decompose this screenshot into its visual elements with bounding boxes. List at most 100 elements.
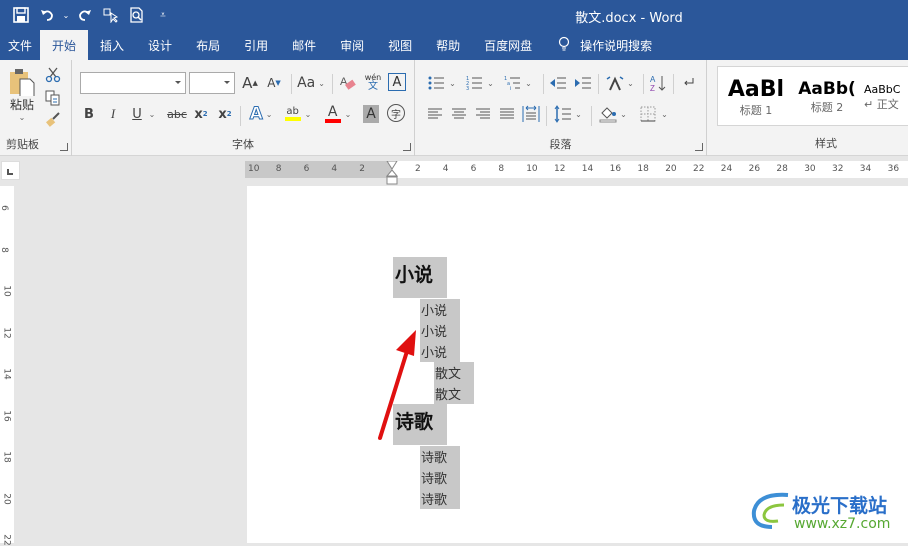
font-color-button[interactable]: A ⌄ [322,102,354,126]
separator [591,106,592,126]
decrease-indent-button[interactable] [548,72,568,94]
watermark-url: www.xz7.com [794,516,891,532]
shrink-font-icon: A [267,76,276,90]
strikethrough-button[interactable]: abc [166,104,188,124]
multilevel-list-button[interactable]: 1 a i ⌄ [501,72,535,94]
style-normal[interactable]: AaBbC ↵ 正文 [864,71,908,123]
superscript-button[interactable]: x2 [216,104,234,124]
chinese-layout-button[interactable]: ⌄ [603,72,637,94]
styles-gallery: AaBl 标题 1 AaBb(标题 2 AaBbC ↵ 正文 [717,66,908,126]
paste-dropdown-icon[interactable]: ⌄ [19,113,26,122]
sort-button[interactable]: AZ [648,72,668,94]
tab-references[interactable]: 引用 [232,30,280,60]
chevron-down-icon [224,81,230,84]
italic-button[interactable]: I [104,104,122,124]
text-effects-button[interactable]: A ⌄ [246,104,276,125]
tab-view[interactable]: 视图 [376,30,424,60]
tab-mailings[interactable]: 邮件 [280,30,328,60]
tab-design[interactable]: 设计 [136,30,184,60]
tab-selector[interactable] [1,161,20,180]
body-line[interactable]: 小说 [420,341,460,362]
enclose-characters-button[interactable]: 字 [387,104,405,122]
paragraph-dialog-launcher[interactable] [695,143,703,151]
align-center-button[interactable] [449,104,469,124]
document-page[interactable]: 小说 小说 小说 小说 散文 散文 诗歌 诗歌 诗歌 诗歌 [247,186,908,543]
underline-dropdown-icon[interactable]: ⌄ [148,107,156,121]
tab-file[interactable]: 文件 [0,30,40,60]
bold-button[interactable]: B [80,104,98,124]
subscript-button[interactable]: x2 [192,104,210,124]
font-group: A ▲ A ▼ Aa ⌄ A wén 文 A B I U ⌄ abc x2 x2 A ⌄ … [72,60,415,156]
paragraph-shading-button[interactable]: ⌄ [596,103,630,125]
style-heading-1[interactable]: AaBl 标题 1 [722,71,790,123]
heading-line[interactable]: 小说 [393,257,447,298]
tab-review[interactable]: 审阅 [328,30,376,60]
ribbon: 粘贴 ⌄ 剪贴板 A ▲ A ▼ Aa ⌄ A wén 文 A B I U ⌄ abc … [0,60,908,156]
body-line[interactable]: 散文 [434,362,474,383]
underline-button[interactable]: U [128,104,146,124]
chevron-down-icon: ⌄ [344,109,352,119]
character-shading-button[interactable]: A [363,105,379,123]
borders-button[interactable]: ⌄ [637,103,671,125]
tab-layout[interactable]: 布局 [184,30,232,60]
tab-home[interactable]: 开始 [40,30,89,60]
ruler-number: 32 [832,164,844,174]
highlight-button[interactable]: ab ⌄ [282,102,314,126]
ruler-number: 16 [1,409,12,422]
align-right-button[interactable] [473,104,493,124]
ruler-number: 18 [1,451,12,463]
phonetic-guide-button[interactable]: wén 文 [362,70,384,96]
ruler-number: 36 [887,164,900,174]
body-line[interactable]: 散文 [434,383,474,404]
change-case-button[interactable]: Aa ⌄ [294,72,328,94]
body-line[interactable]: 小说 [420,299,460,320]
tab-insert[interactable]: 插入 [88,30,136,60]
grow-font-button[interactable]: A ▲ [240,72,260,94]
font-size-combo[interactable] [189,72,235,94]
vertical-ruler[interactable]: 6 8 10 12 14 16 18 20 22 [0,186,14,546]
borders-icon [640,106,656,122]
paragraph-group: ⌄ 1 2 3 ⌄ 1 a i ⌄ ⌄ AZ ⌄ ⌄ ⌄ 段落 [415,60,707,156]
font-dialog-launcher[interactable] [403,143,411,151]
bullets-button[interactable]: ⌄ [425,72,459,94]
body-line[interactable]: 诗歌 [420,488,460,509]
cut-button[interactable] [44,66,62,84]
indent-markers[interactable] [385,160,399,185]
body-line[interactable]: 诗歌 [420,467,460,488]
heading-line[interactable]: 诗歌 [393,404,447,445]
horizontal-ruler[interactable]: 10 8 6 4 2 2 4 6 8 10 12 14 16 18 20 22 24 26 28 30 32 34 36 [245,160,908,185]
tell-me-search[interactable]: 操作说明搜索 [544,30,664,60]
chevron-down-icon: ⌄ [661,109,668,119]
style-preview: AaBbC [864,82,901,96]
chevron-down-icon: ⌄ [620,109,627,119]
tab-baidu-netdisk[interactable]: 百度网盘 [472,30,544,60]
ruler-number: 12 [554,164,566,174]
ruler-number: 8 [498,164,505,174]
style-heading-2[interactable]: AaBb(标题 2 [794,71,860,123]
body-line[interactable]: 小说 [420,320,460,341]
body-line[interactable]: 诗歌 [420,446,460,467]
separator [673,74,674,94]
copy-button[interactable] [44,89,62,107]
clipboard-dialog-launcher[interactable] [60,143,68,151]
format-painter-button[interactable] [44,110,62,128]
paste-label: 粘贴 [9,98,34,112]
tab-help[interactable]: 帮助 [424,30,472,60]
distributed-button[interactable] [521,103,541,125]
show-formatting-button[interactable] [679,72,699,94]
separator [291,74,292,94]
justify-button[interactable] [497,104,517,124]
align-right-icon [476,108,490,119]
clear-formatting-button[interactable]: A [338,72,358,94]
numbering-button[interactable]: 1 2 3 ⌄ [463,72,497,94]
ruler-number: 4 [442,164,449,174]
paste-button[interactable]: 粘贴 ⌄ [6,68,38,122]
line-spacing-button[interactable]: ⌄ [551,103,585,125]
font-name-combo[interactable] [80,72,186,94]
character-border-button[interactable]: A [388,73,406,91]
align-left-button[interactable] [425,104,445,124]
text-effects-icon: A [249,104,263,125]
shrink-font-button[interactable]: A ▼ [264,72,284,94]
paragraph-group-label: 段落 [549,138,572,151]
increase-indent-button[interactable] [573,72,593,94]
